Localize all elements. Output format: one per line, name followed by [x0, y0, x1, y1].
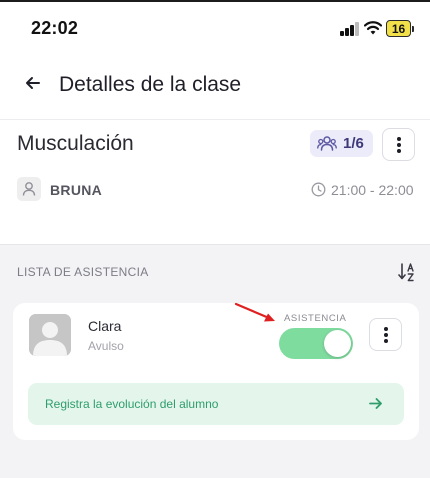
student-menu-button[interactable]	[369, 318, 402, 351]
signal-icon	[340, 22, 360, 36]
instructor-avatar	[17, 177, 41, 201]
student-avatar	[29, 314, 71, 356]
evolution-label: Registra la evolución del alumno	[45, 397, 219, 411]
arrow-right-icon	[369, 398, 382, 409]
back-arrow-icon[interactable]	[22, 72, 44, 94]
battery-level: 16	[386, 20, 411, 37]
page-title: Detalles de la clase	[59, 73, 242, 96]
more-vertical-icon	[396, 136, 401, 153]
capacity-badge: 1/6	[310, 130, 373, 157]
user-icon	[22, 182, 36, 196]
clock-icon	[311, 182, 326, 197]
class-name: Musculación	[17, 132, 134, 155]
section-title: LISTA DE ASISTENCIA	[17, 265, 149, 279]
more-vertical-icon	[383, 326, 388, 343]
attendance-toggle[interactable]	[279, 328, 353, 359]
capacity-count: 1/6	[343, 135, 364, 152]
register-evolution-button[interactable]: Registra la evolución del alumno	[28, 383, 404, 425]
student-card: Clara Avulso ASISTENCIA Registra la evol…	[13, 303, 419, 440]
student-plan: Avulso	[88, 339, 124, 353]
attendance-label: ASISTENCIA	[284, 313, 347, 324]
battery-icon: 16	[386, 20, 414, 37]
attendance-section: LISTA DE ASISTENCIA Clara Avulso ASISTEN…	[0, 244, 430, 478]
sort-alphabetical-icon[interactable]	[398, 261, 416, 283]
instructor-name: BRUNA	[50, 182, 103, 198]
app-header: Detalles de la clase	[0, 56, 430, 120]
avatar-placeholder-icon	[29, 314, 71, 356]
class-time: 21:00 - 22:00	[331, 182, 414, 198]
status-time: 22:02	[31, 18, 79, 38]
wifi-icon	[364, 21, 382, 35]
group-icon	[317, 136, 337, 151]
student-name: Clara	[88, 318, 122, 334]
status-bar: 22:02 16	[0, 2, 430, 56]
class-info: Musculación 1/6 BRUNA 21:00 - 22:00	[0, 121, 430, 244]
class-menu-button[interactable]	[382, 128, 415, 161]
toggle-knob	[324, 330, 351, 357]
